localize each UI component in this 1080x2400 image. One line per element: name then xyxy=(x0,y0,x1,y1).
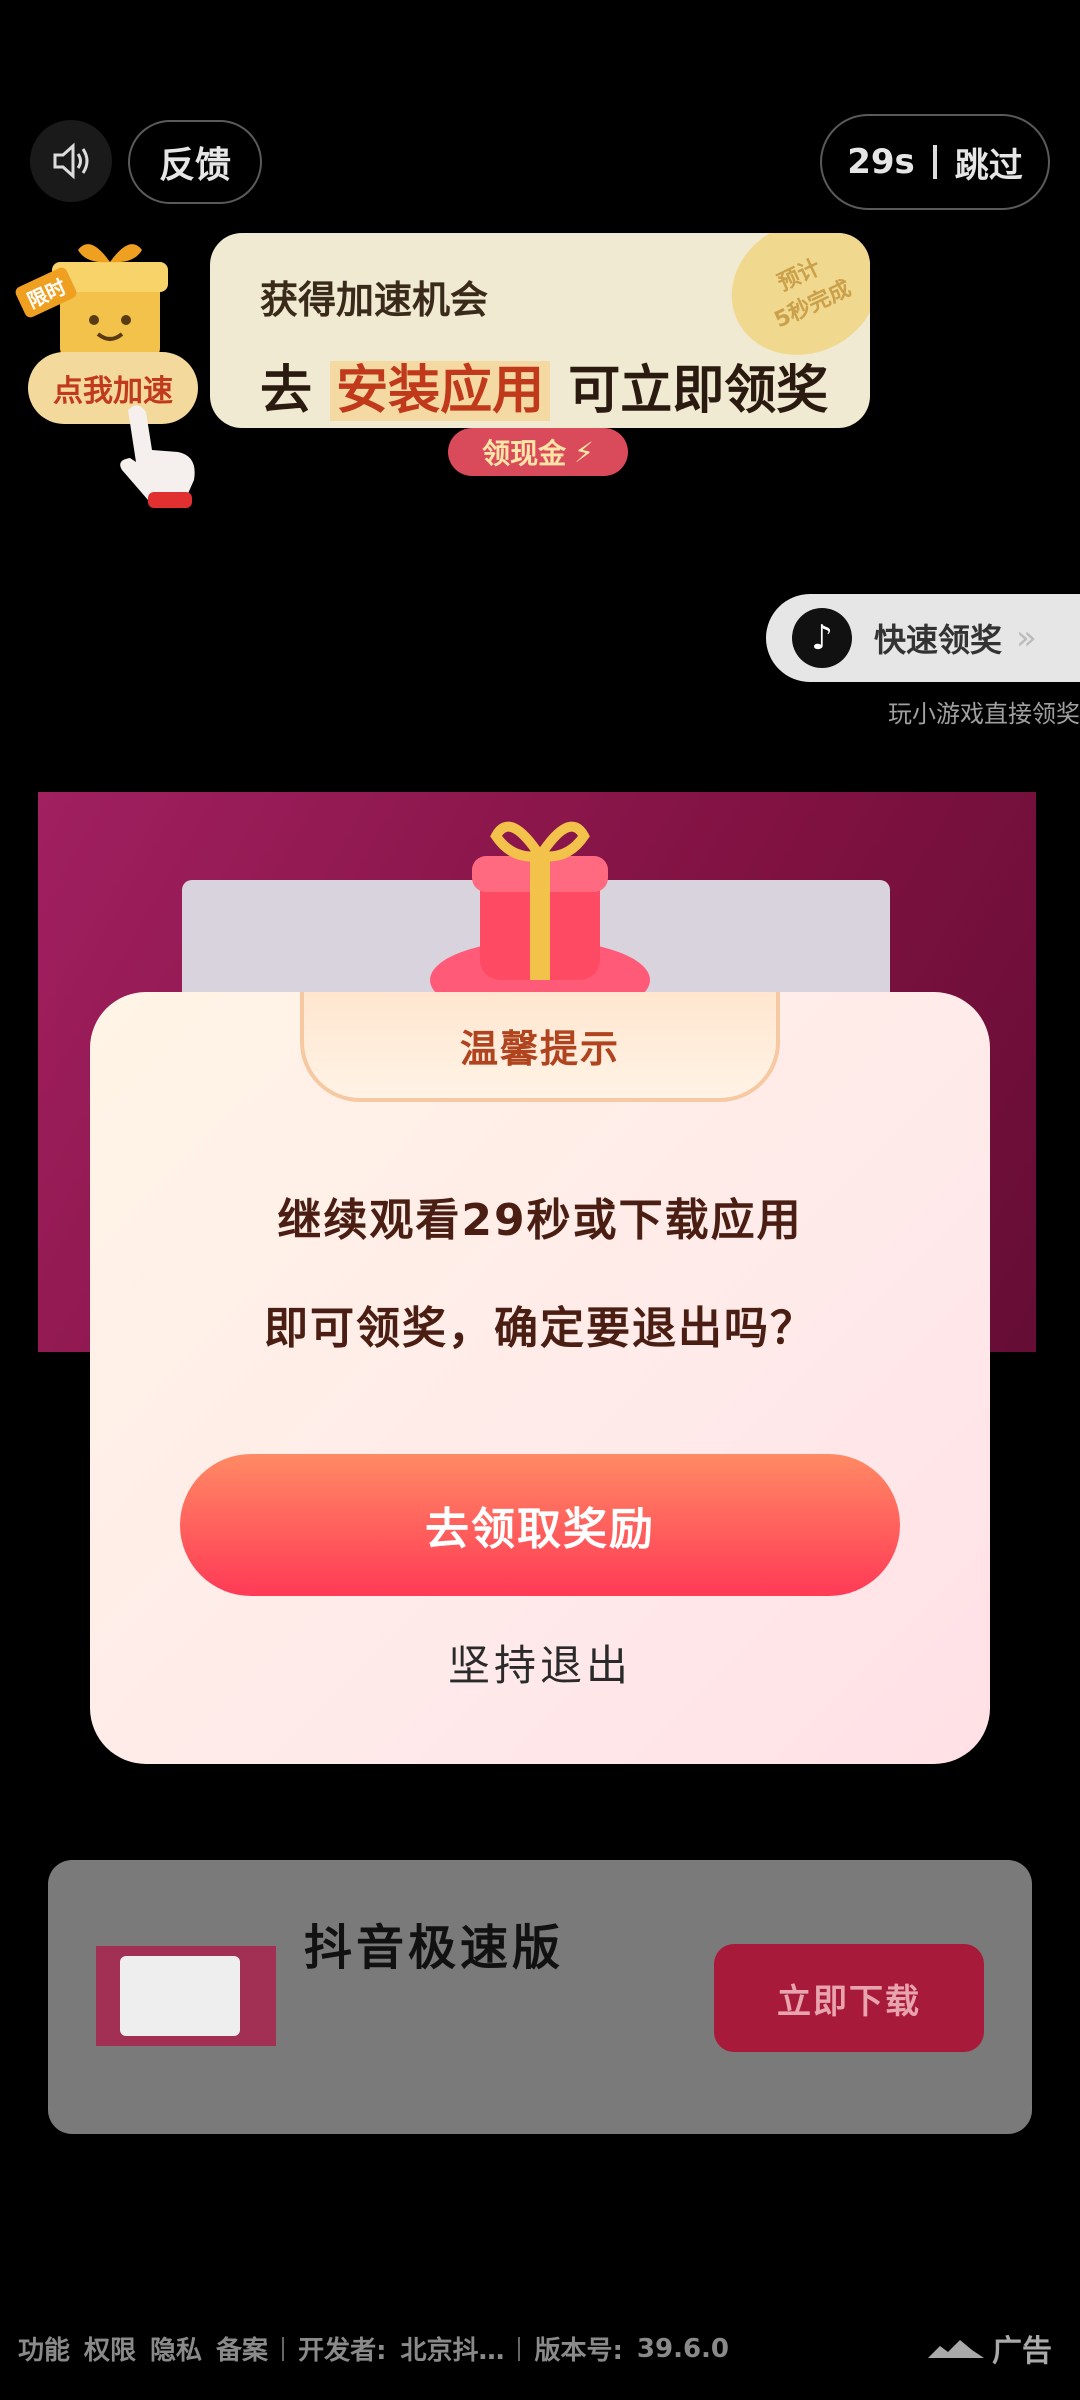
sound-toggle-button[interactable] xyxy=(30,120,112,202)
feedback-button[interactable]: 反馈 xyxy=(128,120,262,204)
lightning-icon: ⚡ xyxy=(574,435,594,469)
footer-link-features[interactable]: 功能 xyxy=(18,2330,70,2367)
divider xyxy=(518,2336,521,2361)
banner-highlight: 安装应用 xyxy=(330,361,551,421)
app-thumbnail xyxy=(96,1946,276,2046)
footer-link-permissions[interactable]: 权限 xyxy=(84,2330,136,2367)
divider xyxy=(282,2336,285,2361)
ad-label: 广告 xyxy=(928,2326,1052,2370)
tiktok-logo-icon: ♪ xyxy=(792,608,852,668)
dialog-title: 温馨提示 xyxy=(300,992,780,1102)
footer-link-privacy[interactable]: 隐私 xyxy=(150,2330,202,2367)
quick-reward-button[interactable]: ♪ 快速领奖 » xyxy=(766,594,1080,682)
developer-label: 开发者: xyxy=(298,2336,387,2366)
divider xyxy=(932,145,937,179)
pointing-hand-icon xyxy=(120,405,195,508)
ad-network-icon xyxy=(928,2340,984,2358)
download-button[interactable]: 立即下载 xyxy=(714,1944,984,2052)
countdown-text: 29s xyxy=(847,142,915,182)
banner-message: 去 安装应用 可立即领奖 xyxy=(260,361,829,421)
exit-confirm-dialog: 温馨提示 继续观看29秒或下载应用 即可领奖，确定要退出吗？ 去领取奖励 坚持退… xyxy=(90,992,990,1764)
version-label: 版本号: xyxy=(534,2336,623,2366)
app-name: 抖音极速版 xyxy=(304,1920,565,1976)
ad-app-card[interactable]: 抖音极速版 立即下载 xyxy=(48,1860,1032,2134)
skip-button[interactable]: 29s 跳过 xyxy=(820,114,1050,210)
ad-info-footer: 功能 权限 隐私 备案 开发者: 北京抖… 版本号: 39.6.0 xyxy=(18,2330,729,2367)
quick-reward-subtitle: 玩小游戏直接领奖 xyxy=(888,700,1080,728)
claim-reward-button[interactable]: 去领取奖励 xyxy=(180,1454,900,1596)
claim-cash-badge[interactable]: 领现金 ⚡ xyxy=(448,428,628,476)
dialog-message-line2: 即可领奖，确定要退出吗？ xyxy=(264,1303,816,1354)
dialog-message-line1: 继续观看29秒或下载应用 xyxy=(277,1195,803,1246)
chevron-right-icon: » xyxy=(1016,618,1037,658)
speaker-icon xyxy=(53,142,89,180)
version-value: 39.6.0 xyxy=(636,2333,730,2364)
confirm-exit-button[interactable]: 坚持退出 xyxy=(90,1632,990,1693)
developer-value: 北京抖… xyxy=(400,2336,505,2366)
speed-up-banner[interactable]: 获得加速机会 去 安装应用 可立即领奖 预计 5秒完成 xyxy=(210,233,870,428)
quick-reward-label: 快速领奖 xyxy=(874,621,1003,659)
skip-label: 跳过 xyxy=(954,145,1023,186)
footer-link-filing[interactable]: 备案 xyxy=(216,2330,268,2367)
gift-box-icon xyxy=(430,821,650,1020)
